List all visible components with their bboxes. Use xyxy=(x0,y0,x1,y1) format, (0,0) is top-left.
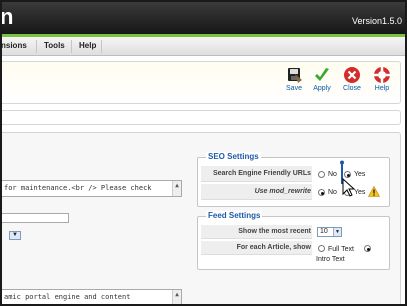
scrollbar[interactable]: ▲ xyxy=(172,290,181,304)
menu-bar: nsions Tools Help xyxy=(2,37,405,56)
setting-select[interactable]: ▼ xyxy=(9,231,21,240)
help-label: Help xyxy=(374,85,390,92)
warning-icon xyxy=(368,186,380,197)
menu-separator xyxy=(71,40,72,53)
meta-description-textarea[interactable]: amic portal engine and content ▲ xyxy=(2,289,182,304)
sef-urls-label: Search Engine Friendly URLs xyxy=(212,170,311,177)
app-title: n xyxy=(0,4,14,29)
menu-separator xyxy=(101,40,102,53)
offline-message-textarea[interactable]: for maintenance.<br /> Please check ▲ xyxy=(2,180,182,197)
checkmark-icon xyxy=(315,68,329,81)
save-label: Save xyxy=(286,85,302,92)
lifebuoy-icon xyxy=(374,67,390,83)
save-icon xyxy=(288,68,302,83)
mod-rewrite-no-label: No xyxy=(328,189,337,196)
show-most-recent-label: Show the most recent xyxy=(238,228,311,235)
show-most-recent-value: 10 xyxy=(320,228,328,235)
submenu-bar xyxy=(2,110,401,125)
title-bar: n Version1.5.0 xyxy=(0,2,405,34)
arrow-cursor-icon xyxy=(342,178,356,197)
feed-settings-legend: Feed Settings xyxy=(206,211,263,220)
mod-rewrite-no-radio[interactable] xyxy=(318,189,325,196)
chevron-down-icon: ▼ xyxy=(333,228,341,236)
configuration-content: for maintenance.<br /> Please check ▲ ▼ … xyxy=(2,132,401,304)
for-each-article-label: For each Article, show xyxy=(236,244,311,251)
apply-button[interactable]: Apply xyxy=(308,66,336,102)
feed-settings-panel: Feed Settings Show the most recent 10 ▼ … xyxy=(197,211,390,270)
site-setting-input[interactable] xyxy=(2,213,69,223)
full-text-label: Full Text xyxy=(328,246,354,253)
apply-label: Apply xyxy=(313,85,331,92)
seo-settings-panel: SEO Settings Search Engine Friendly URLs… xyxy=(197,152,390,207)
meta-description-text: amic portal engine and content xyxy=(4,293,131,301)
scrollbar[interactable]: ▲ xyxy=(172,181,181,196)
menu-separator xyxy=(36,40,37,53)
menu-extensions[interactable]: nsions xyxy=(2,41,27,50)
chevron-down-icon: ▼ xyxy=(12,232,18,238)
mod-rewrite-label: Use mod_rewrite xyxy=(254,188,311,195)
sef-urls-no-radio[interactable] xyxy=(318,171,325,178)
close-icon xyxy=(344,67,360,83)
intro-text-radio[interactable] xyxy=(364,245,371,252)
version-label: Version1.5.0 xyxy=(351,16,402,26)
sef-urls-yes-label: Yes xyxy=(354,171,366,178)
menu-tools[interactable]: Tools xyxy=(44,41,65,50)
show-most-recent-select[interactable]: 10 ▼ xyxy=(317,227,342,237)
save-button[interactable]: Save xyxy=(280,66,308,102)
admin-window: n Version1.5.0 nsions Tools Help Save Ap… xyxy=(0,0,407,306)
offline-message-text: for maintenance.<br /> Please check xyxy=(4,184,152,192)
menu-help[interactable]: Help xyxy=(79,41,96,50)
full-text-radio[interactable] xyxy=(318,245,325,252)
help-button[interactable]: Help xyxy=(368,66,396,102)
close-label: Close xyxy=(343,85,361,92)
close-button[interactable]: Close xyxy=(338,66,366,102)
toolbar: Save Apply Close Help xyxy=(2,61,401,104)
intro-text-label: Intro Text xyxy=(316,256,345,263)
seo-settings-legend: SEO Settings xyxy=(206,152,261,161)
